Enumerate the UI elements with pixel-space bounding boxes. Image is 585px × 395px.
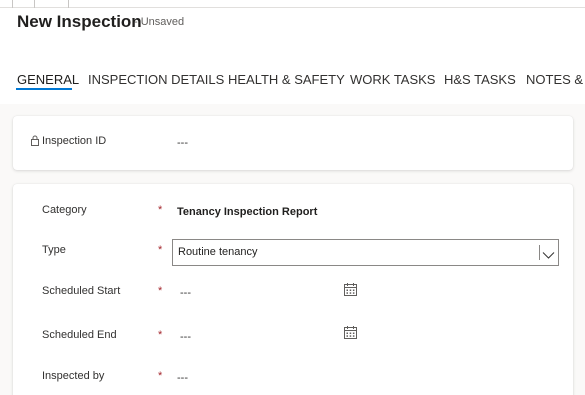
command-bar-separator	[34, 0, 35, 8]
page-title: New Inspection	[17, 12, 142, 31]
select-divider	[539, 245, 540, 260]
inspection-id-label: Inspection ID	[42, 135, 107, 147]
required-marker: *	[158, 244, 163, 256]
lock-icon	[30, 133, 40, 151]
chevron-down-icon[interactable]	[542, 247, 555, 265]
tab-health-safety[interactable]: HEALTH & SAFETY	[228, 72, 345, 98]
inspected-by-label: Inspected by	[42, 370, 105, 382]
tab-hs-tasks[interactable]: H&S TASKS	[444, 72, 516, 98]
tab-inspection-details[interactable]: INSPECTION DETAILS	[88, 72, 224, 98]
required-marker: *	[158, 285, 163, 297]
type-label: Type	[42, 244, 66, 256]
scheduled-start-value[interactable]: ---	[180, 287, 191, 299]
scheduled-end-label: Scheduled End	[42, 329, 117, 341]
save-status: - Unsaved	[134, 16, 185, 28]
command-bar-separator	[68, 0, 69, 8]
required-marker: *	[158, 370, 163, 382]
tab-notes[interactable]: NOTES & A	[526, 72, 585, 98]
top-command-bar	[0, 0, 585, 8]
tab-work-tasks[interactable]: WORK TASKS	[350, 72, 435, 98]
type-select[interactable]: Routine tenancy	[172, 239, 559, 266]
category-label: Category	[42, 204, 87, 216]
command-bar-separator	[12, 0, 13, 8]
calendar-icon[interactable]	[344, 326, 357, 344]
scheduled-start-label: Scheduled Start	[42, 285, 121, 297]
inspected-by-value[interactable]: ---	[177, 372, 188, 384]
required-marker: *	[158, 204, 163, 216]
type-selected-value: Routine tenancy	[178, 246, 258, 258]
category-value[interactable]: Tenancy Inspection Report	[177, 206, 317, 218]
inspection-id-value: ---	[177, 137, 188, 149]
scheduled-end-value[interactable]: ---	[180, 331, 191, 343]
tab-general[interactable]: GENERAL	[17, 72, 79, 98]
tab-bar: GENERAL INSPECTION DETAILS HEALTH & SAFE…	[0, 64, 585, 94]
active-tab-indicator	[16, 88, 72, 90]
required-marker: *	[158, 329, 163, 341]
calendar-icon[interactable]	[344, 283, 357, 301]
